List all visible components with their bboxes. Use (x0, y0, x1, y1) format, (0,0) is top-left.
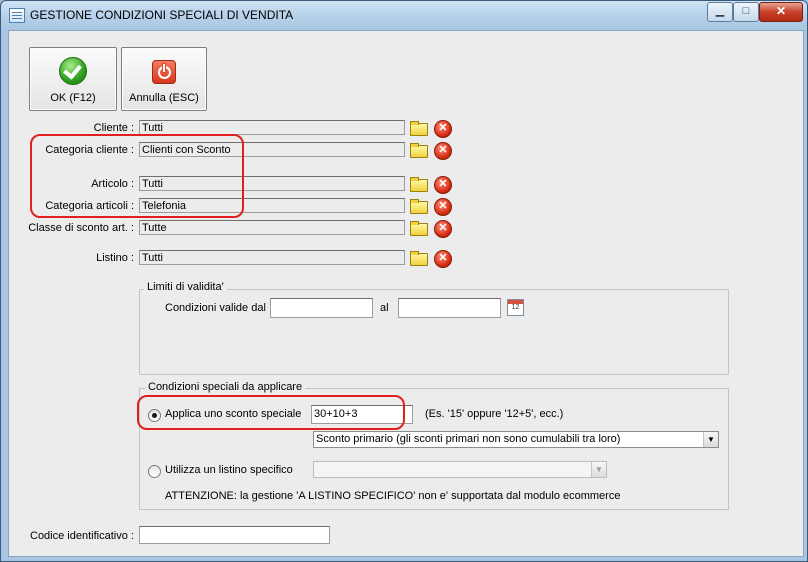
discount-highlight-annotation (137, 395, 405, 430)
chevron-down-icon[interactable]: ▼ (591, 462, 606, 477)
folder-icon[interactable] (409, 219, 428, 237)
cancel-button-label: Annulla (ESC) (129, 92, 199, 104)
discount-hint: (Es. '15' oppure '12+5', ecc.) (425, 408, 564, 420)
pricelist-option-label[interactable]: Utilizza un listino specifico (165, 464, 293, 476)
maximize-button[interactable]: □ (733, 2, 759, 22)
cancel-button[interactable]: Annulla (ESC) (121, 47, 207, 111)
clear-articolo-button[interactable]: ✕ (434, 176, 452, 194)
discount-type-value: Sconto primario (gli sconti primari non … (316, 433, 621, 445)
classe-sconto-label: Classe di sconto art. : (28, 222, 134, 234)
conditions-group-title: Condizioni speciali da applicare (145, 381, 306, 393)
window-title: GESTIONE CONDIZIONI SPECIALI DI VENDITA (30, 8, 294, 22)
clear-listino-button[interactable]: ✕ (434, 250, 452, 268)
clear-cliente-button[interactable]: ✕ (434, 120, 452, 138)
power-icon (152, 60, 176, 84)
clear-categoria-articoli-button[interactable]: ✕ (434, 198, 452, 216)
cliente-field[interactable]: Tutti (139, 120, 405, 135)
valid-from-field[interactable] (270, 298, 373, 318)
clear-categoria-cliente-button[interactable]: ✕ (434, 142, 452, 160)
calendar-icon[interactable]: 12 (507, 299, 524, 316)
form-panel: OK (F12) Annulla (ESC) Cliente : Tutti ✕… (8, 30, 804, 557)
cliente-label: Cliente : (93, 122, 134, 134)
title-bar[interactable]: GESTIONE CONDIZIONI SPECIALI DI VENDITA … (1, 1, 807, 29)
clear-classe-sconto-button[interactable]: ✕ (434, 220, 452, 238)
minimize-button[interactable]: ▁ (707, 2, 733, 22)
check-icon (59, 57, 87, 85)
calendar-day: 12 (511, 304, 520, 311)
ok-button[interactable]: OK (F12) (29, 47, 117, 111)
listino-field[interactable]: Tutti (139, 250, 405, 265)
folder-icon[interactable] (409, 175, 428, 193)
pricelist-radio[interactable] (148, 465, 161, 478)
listino-label: Listino : (96, 252, 134, 264)
ecommerce-warning: ATTENZIONE: la gestione 'A LISTINO SPECI… (165, 490, 621, 502)
folder-icon[interactable] (409, 141, 428, 159)
validity-group-title: Limiti di validita' (144, 281, 227, 293)
pricelist-select[interactable]: ▼ (313, 461, 607, 478)
form-icon (9, 8, 25, 23)
identifier-field[interactable] (139, 526, 330, 544)
discount-type-select[interactable]: Sconto primario (gli sconti primari non … (313, 431, 719, 448)
highlight-annotation (30, 134, 244, 218)
app-window: GESTIONE CONDIZIONI SPECIALI DI VENDITA … (0, 0, 808, 562)
ok-button-label: OK (F12) (50, 92, 96, 104)
chevron-down-icon[interactable]: ▼ (703, 432, 718, 447)
identifier-label: Codice identificativo : (30, 530, 134, 542)
valid-to-field[interactable] (398, 298, 501, 318)
classe-sconto-field[interactable]: Tutte (139, 220, 405, 235)
folder-icon[interactable] (409, 119, 428, 137)
valid-from-label: Condizioni valide dal (165, 302, 266, 314)
folder-icon[interactable] (409, 249, 428, 267)
valid-to-label: al (380, 302, 389, 314)
folder-icon[interactable] (409, 197, 428, 215)
close-button[interactable]: ✕ (759, 2, 803, 22)
